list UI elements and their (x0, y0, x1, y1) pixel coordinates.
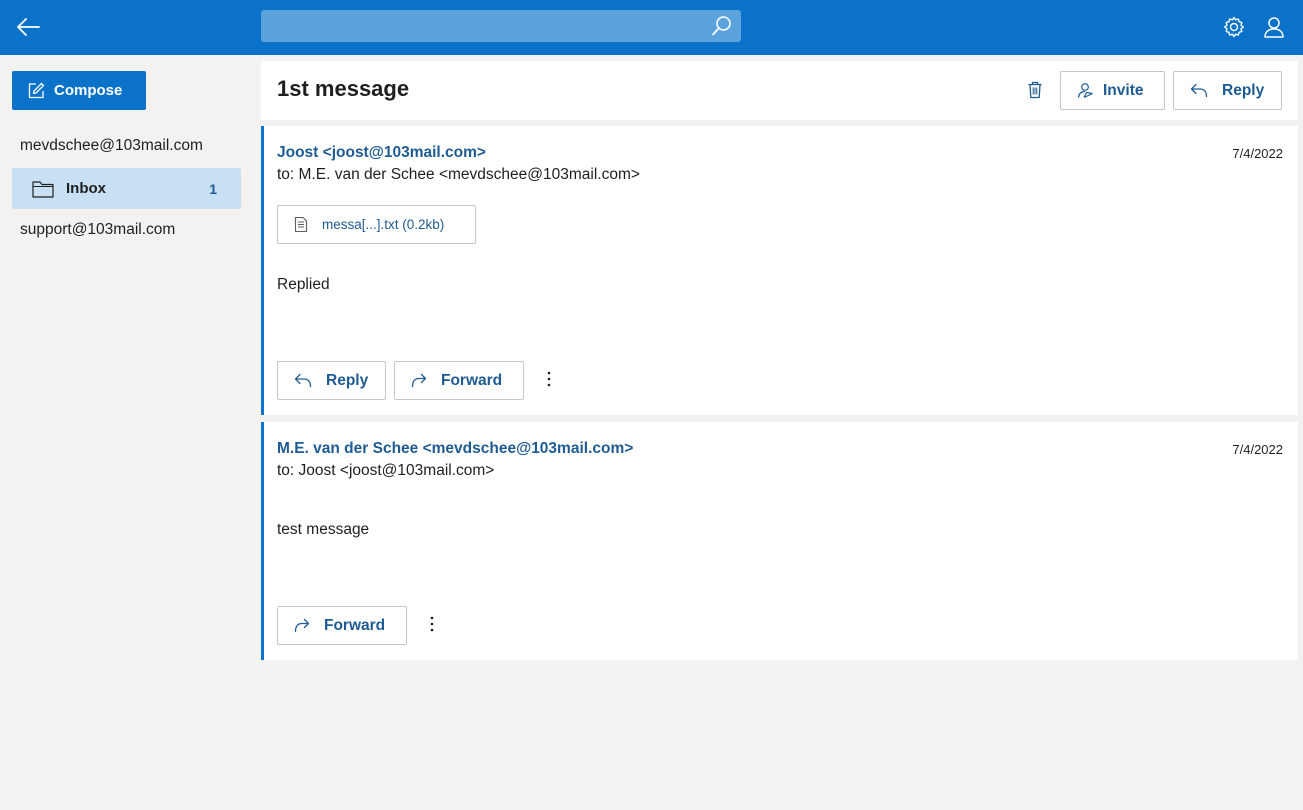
message-sender[interactable]: Joost <joost@103mail.com> (277, 144, 486, 162)
settings-button[interactable] (1221, 14, 1247, 40)
message-reply-button[interactable]: Reply (277, 361, 386, 400)
reply-label: Reply (326, 371, 369, 389)
message-forward-button[interactable]: Forward (277, 606, 407, 645)
search-icon[interactable] (711, 15, 733, 37)
message-recipients: to: Joost <joost@103mail.com> (277, 462, 495, 479)
invite-label: Invite (1103, 81, 1144, 99)
reply-label: Reply (1222, 81, 1265, 99)
reply-icon (1190, 83, 1208, 98)
forward-icon (294, 618, 310, 633)
edit-icon (28, 82, 45, 99)
message-card: Joost <joost@103mail.com> to: M.E. van d… (261, 126, 1298, 415)
unread-count: 1 (209, 180, 217, 197)
folder-icon (32, 180, 54, 198)
search-input[interactable] (261, 10, 701, 42)
message-card: M.E. van der Schee <mevdschee@103mail.co… (261, 422, 1298, 660)
gear-icon (1224, 16, 1244, 38)
folder-name: Inbox (66, 180, 106, 197)
thread-header: 1st message Invite Reply (261, 61, 1298, 120)
more-vertical-icon[interactable] (539, 366, 559, 392)
message-body: test message (277, 521, 370, 538)
message-forward-button[interactable]: Forward (394, 361, 524, 400)
trash-icon[interactable] (1024, 79, 1046, 101)
compose-button[interactable]: Compose (12, 71, 146, 110)
message-date: 7/4/2022 (1232, 442, 1283, 457)
message-sender[interactable]: M.E. van der Schee <mevdschee@103mail.co… (277, 440, 633, 458)
document-icon (294, 216, 308, 233)
message-body: Replied (277, 276, 330, 293)
thread-subject: 1st message (277, 76, 410, 101)
invite-icon (1077, 82, 1094, 99)
back-arrow-icon (17, 18, 40, 36)
forward-label: Forward (441, 371, 503, 389)
forward-icon (411, 373, 427, 388)
user-icon (1264, 17, 1284, 38)
back-button[interactable] (10, 10, 46, 44)
account-support[interactable]: support@103mail.com (20, 221, 175, 239)
compose-label: Compose (54, 82, 123, 99)
account-button[interactable] (1261, 14, 1287, 40)
invite-button[interactable]: Invite (1060, 71, 1165, 110)
forward-label: Forward (324, 616, 386, 634)
top-bar (0, 0, 1303, 55)
more-vertical-icon[interactable] (422, 611, 442, 637)
reply-button[interactable]: Reply (1173, 71, 1282, 110)
attachment-label: messa[...].txt (0.2kb) (322, 217, 445, 232)
reply-icon (294, 373, 312, 388)
folder-inbox[interactable]: Inbox 1 (12, 168, 241, 209)
message-recipients: to: M.E. van der Schee <mevdschee@103mai… (277, 166, 640, 183)
message-date: 7/4/2022 (1232, 146, 1283, 161)
search-box (261, 10, 741, 42)
account-mevdschee[interactable]: mevdschee@103mail.com (20, 137, 203, 155)
attachment[interactable]: messa[...].txt (0.2kb) (277, 205, 476, 244)
